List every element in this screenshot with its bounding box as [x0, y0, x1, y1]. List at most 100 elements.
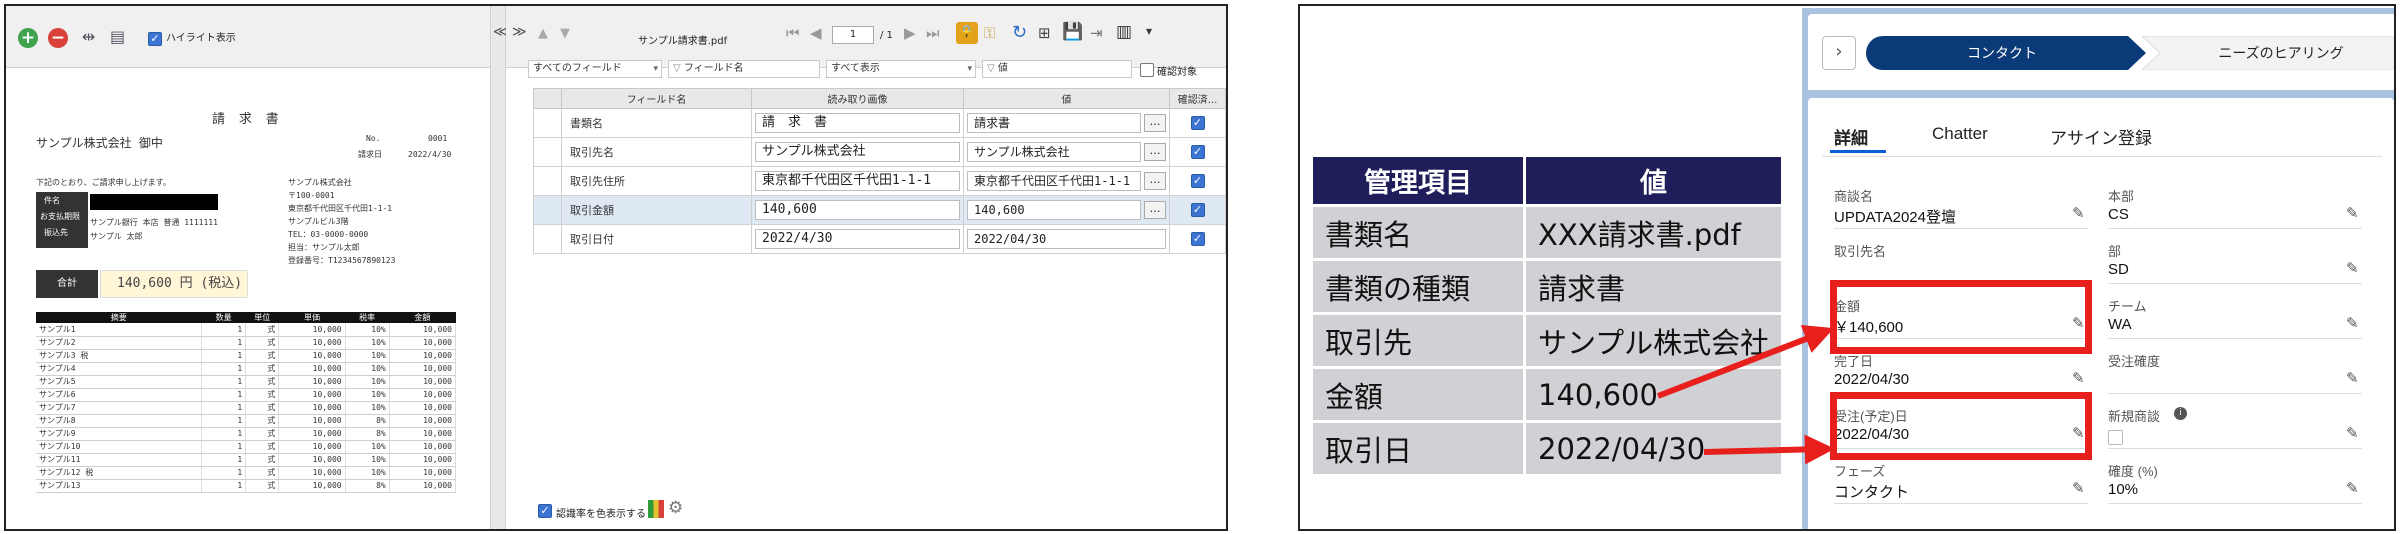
items-cell: 10,000 — [278, 440, 346, 454]
grid-header-value: 値 — [963, 88, 1170, 109]
confirm-filter-checkbox[interactable] — [1140, 63, 1154, 77]
chevron-down-icon: ▾ — [653, 64, 658, 74]
items-cell: 1 — [201, 323, 247, 337]
items-cell: 式 — [245, 479, 280, 493]
items-cell: 式 — [245, 401, 280, 415]
mapping-illustration: 管理項目 値 書類名 XXX請求書.pdf 書類の種類 請求書 取引先 サンプル株式会社金… — [1298, 4, 2396, 531]
items-cell: 式 — [245, 440, 280, 454]
items-cell: 1 — [201, 375, 247, 389]
expand-right-icon[interactable]: ≫ — [512, 24, 527, 40]
info-label-due: お支払期限 — [40, 212, 80, 221]
grid-value-cell: 2022/04/30 — [963, 224, 1170, 254]
grid-row[interactable]: 取引金額 140,600 140,600… ✓ — [533, 195, 1226, 225]
confirmed-checkbox[interactable]: ✓ — [1190, 174, 1205, 188]
grid-value-input[interactable]: 140,600 — [967, 200, 1141, 220]
refresh-icon[interactable]: ↻ — [1012, 22, 1027, 43]
grid-row[interactable]: 取引先名 サンプル株式会社 サンプル株式会社… ✓ — [533, 137, 1226, 167]
items-row: サンプル2 1 式 10,000 10% 10,000 — [36, 336, 457, 350]
zoom-in-icon[interactable]: + — [18, 28, 38, 48]
grid-value-input[interactable]: 東京都千代田区千代田1-1-1 — [967, 171, 1141, 191]
display-filter-label: すべて表示 — [831, 63, 880, 74]
display-filter-select[interactable]: すべて表示 ▾ — [826, 60, 976, 78]
items-cell: 式 — [245, 336, 280, 350]
value-filter[interactable]: ▽ 値 — [982, 60, 1132, 78]
grid-confirm-cell: ✓ — [1169, 108, 1226, 138]
next-page-icon[interactable]: ▶ — [904, 24, 916, 42]
grid-row[interactable]: 取引日付 2022/4/30 2022/04/30 ✓ — [533, 224, 1226, 254]
field-name-filter[interactable]: ▽ フィールド名 — [668, 60, 820, 78]
first-page-icon[interactable]: ⏮ — [786, 24, 800, 42]
items-cell: サンプル4 — [36, 362, 203, 376]
invoice-date-value: 2022/4/30 — [408, 150, 452, 159]
fit-width-icon[interactable]: ⇹ — [82, 27, 95, 46]
field-filter-select[interactable]: すべてのフィールド ▾ — [528, 60, 662, 78]
invoice-no-value: 0001 — [428, 134, 448, 143]
save-icon[interactable]: 💾 — [1062, 22, 1083, 42]
grid-header-field: フィールド名 — [561, 88, 752, 109]
items-cell: サンプル12 税 — [36, 466, 203, 480]
items-cell: 1 — [201, 414, 247, 428]
document-toolbar: + − ⇹ ▤ ✓ ハイライト表示 — [6, 6, 490, 68]
items-row: サンプル9 1 式 10,000 8% 10,000 — [36, 427, 457, 441]
items-header-cell: 単位 — [245, 312, 279, 323]
last-page-icon[interactable]: ⏭ — [926, 24, 940, 42]
more-options-button[interactable]: … — [1144, 143, 1166, 161]
more-options-button[interactable]: … — [1144, 201, 1166, 219]
items-cell: 10,000 — [278, 362, 346, 376]
settings-gear-icon[interactable]: ⚙ — [668, 498, 683, 518]
confirmed-checkbox[interactable]: ✓ — [1190, 232, 1205, 246]
lock-icon[interactable]: 🔒 — [956, 22, 978, 44]
items-cell: 10% — [345, 375, 390, 389]
items-cell: 式 — [245, 349, 280, 363]
items-cell: 式 — [245, 362, 280, 376]
items-cell: 10% — [345, 336, 390, 350]
items-cell: 10,000 — [278, 388, 346, 402]
zoom-out-icon[interactable]: − — [48, 28, 68, 48]
items-cell: 10% — [345, 362, 390, 376]
items-cell: 10% — [345, 453, 390, 467]
invoice-items-table: 摘要 数量 単位 単価 税率 金額 サンプル1 1 式 10,000 10% 10,000 サンプル2… — [36, 312, 457, 493]
filter-icon: ▽ — [987, 63, 998, 74]
items-row: サンプル11 1 式 10,000 10% 10,000 — [36, 453, 457, 467]
more-options-button[interactable]: … — [1144, 172, 1166, 190]
export-icon[interactable]: ⇥ — [1090, 24, 1103, 42]
more-options-button[interactable]: … — [1144, 114, 1166, 132]
confirmed-checkbox[interactable]: ✓ — [1190, 203, 1205, 217]
issuer-line: 〒100-0001 — [288, 191, 335, 200]
items-cell: サンプル7 — [36, 401, 203, 415]
items-cell: サンプル3 税 — [36, 349, 203, 363]
page-number-input[interactable]: 1 — [832, 26, 874, 44]
issuer-line: サンプル株式会社 — [288, 178, 352, 187]
issuer-line: 東京都千代田区千代田1-1-1 — [288, 204, 393, 213]
issuer-block: サンプル株式会社 〒100-0001 東京都千代田区千代田1-1-1 サンプルビ… — [288, 178, 395, 266]
prev-page-icon[interactable]: ◀ — [810, 24, 822, 42]
total-label: 合計 — [36, 270, 98, 298]
issuer-line: TEL：03-0000-0000 — [288, 230, 369, 239]
grid-value-input[interactable]: 請求書 — [967, 113, 1141, 133]
highlight-checkbox[interactable]: ✓ — [148, 32, 162, 46]
items-cell: 10,000 — [278, 323, 346, 337]
items-cell: 10,000 — [278, 466, 346, 480]
down-arrow-icon[interactable]: ▼ — [560, 26, 570, 41]
mapping-arrows — [1656, 324, 1835, 465]
items-row: サンプル5 1 式 10,000 10% 10,000 — [36, 375, 457, 389]
chevron-down-icon: ▾ — [967, 64, 972, 74]
grid-row[interactable]: 書類名請 求 書請求書… ✓ — [533, 108, 1226, 138]
invoice-preview: 請 求 書 サンプル株式会社 御中 No. 0001 請求日 2022/4/30… — [6, 68, 490, 529]
confirmed-checkbox[interactable]: ✓ — [1190, 145, 1205, 159]
color-rate-checkbox[interactable]: ✓ — [538, 504, 552, 518]
grid-value-input[interactable]: サンプル株式会社 — [967, 142, 1141, 162]
color-legend-icon[interactable] — [648, 500, 664, 518]
grid-value-cell: 東京都千代田区千代田1-1-1… — [963, 166, 1170, 196]
grid-row[interactable]: 取引先住所 東京都千代田区千代田1-1-1 東京都千代田区千代田1-1-1… ✓ — [533, 166, 1226, 196]
align-icon[interactable]: ⊞ — [1038, 24, 1051, 42]
key-icon[interactable]: ⚿ — [984, 24, 995, 42]
print-icon[interactable]: ▤ — [110, 27, 125, 46]
panel-splitter[interactable]: ≪ — [490, 6, 508, 529]
up-arrow-icon[interactable]: ▲ — [538, 26, 548, 41]
menu-icon[interactable]: ▾ — [1146, 24, 1152, 38]
grid-value-input[interactable]: 2022/04/30 — [967, 229, 1166, 249]
items-cell: 1 — [201, 427, 247, 441]
columns-icon[interactable]: ▥ — [1116, 22, 1132, 42]
confirmed-checkbox[interactable]: ✓ — [1190, 116, 1205, 130]
